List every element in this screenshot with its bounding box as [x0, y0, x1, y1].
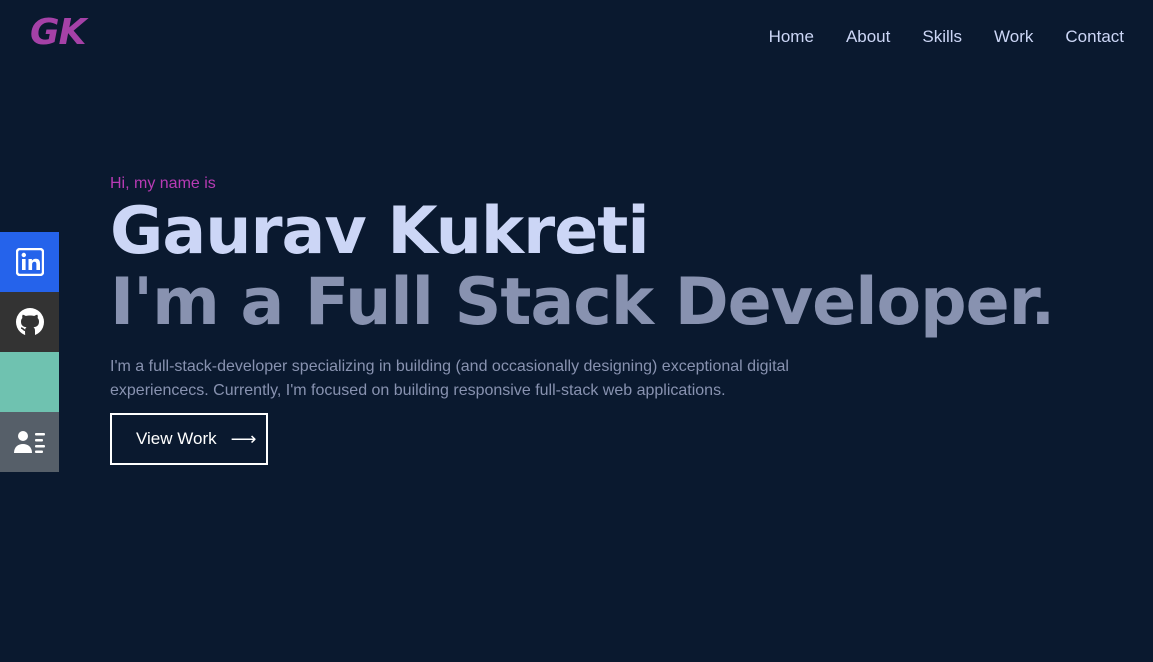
hero-description: I'm a full-stack-developer specializing … — [110, 358, 789, 399]
hero-section: Hi, my name is Gaurav Kukreti I'm a Full… — [110, 175, 1110, 465]
nav-links: Home About Skills Work Contact — [769, 27, 1124, 47]
view-work-label: View Work — [136, 429, 217, 448]
nav-item-home: Home — [769, 27, 814, 47]
nav-link-skills[interactable]: Skills — [922, 27, 962, 46]
contact-card-icon — [13, 429, 46, 455]
social-sidebar — [0, 232, 59, 472]
nav-link-contact[interactable]: Contact — [1065, 27, 1124, 46]
arrow-right-icon: ⟶ — [230, 428, 257, 449]
navbar: GK Home About Skills Work Contact — [0, 0, 1153, 74]
nav-link-work[interactable]: Work — [994, 27, 1033, 46]
nav-item-contact: Contact — [1065, 27, 1124, 47]
linkedin-icon — [15, 248, 44, 276]
linkedin-link[interactable] — [0, 232, 59, 292]
hero-name: Gaurav Kukreti — [110, 194, 650, 269]
github-icon — [15, 307, 45, 337]
github-link[interactable] — [0, 292, 59, 352]
hero-role: I'm a Full Stack Developer. — [110, 265, 1055, 340]
nav-item-about: About — [846, 27, 890, 47]
view-work-button[interactable]: View Work ⟶ — [110, 413, 268, 465]
email-link[interactable] — [0, 352, 59, 412]
nav-link-about[interactable]: About — [846, 27, 890, 46]
nav-item-work: Work — [994, 27, 1033, 47]
nav-item-skills: Skills — [922, 27, 962, 47]
hero-greeting: Hi, my name is — [110, 175, 216, 192]
logo[interactable]: GK — [30, 12, 86, 53]
nav-link-home[interactable]: Home — [769, 27, 814, 46]
resume-link[interactable] — [0, 412, 59, 472]
